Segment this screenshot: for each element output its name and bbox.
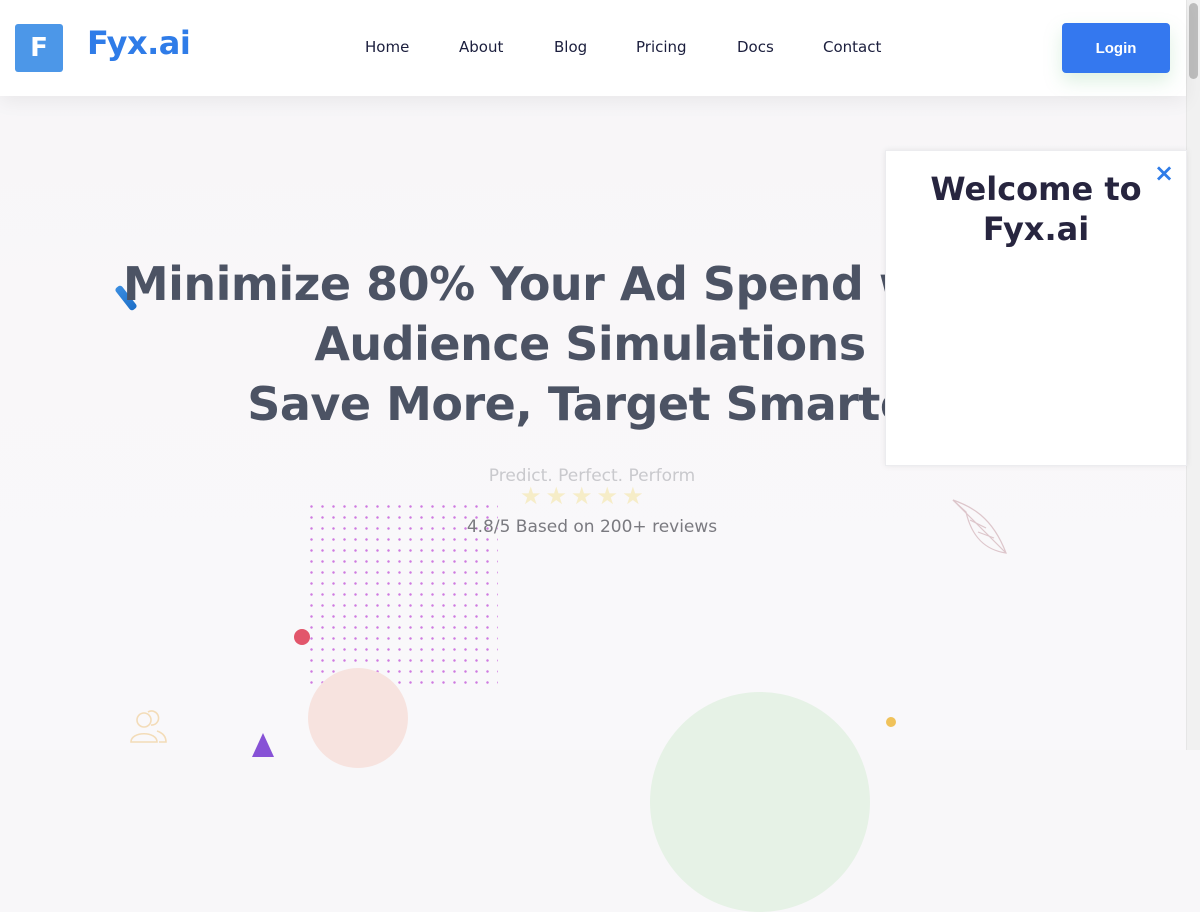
site-header: F Fyx.ai Home About Blog Pricing Docs Co… — [0, 0, 1186, 96]
triangle-shape — [252, 733, 274, 757]
brand-name[interactable]: Fyx.ai — [87, 24, 191, 62]
logo-icon[interactable]: F — [15, 24, 63, 72]
nav-docs[interactable]: Docs — [737, 38, 774, 56]
nav-contact[interactable]: Contact — [823, 38, 881, 56]
close-icon[interactable]: × — [1154, 161, 1174, 185]
nav-home[interactable]: Home — [365, 38, 409, 56]
red-dot-decoration — [294, 629, 310, 645]
modal-title: Welcome to Fyx.ai — [930, 170, 1142, 248]
yellow-dot-decoration — [886, 717, 896, 727]
rating-stars-icon: ★★★★★ — [520, 482, 648, 510]
leaf-icon — [952, 499, 1007, 554]
welcome-modal: Welcome to Fyx.ai × — [885, 150, 1187, 466]
nav-pricing[interactable]: Pricing — [636, 38, 687, 56]
login-button[interactable]: Login — [1062, 23, 1170, 73]
users-icon — [130, 710, 167, 743]
nav-about[interactable]: About — [459, 38, 503, 56]
rating-text: 4.8/5 Based on 200+ reviews — [466, 517, 718, 537]
page-scrollbar[interactable] — [1186, 0, 1200, 750]
scrollbar-thumb[interactable] — [1189, 3, 1198, 79]
green-circle-decoration — [650, 692, 870, 912]
nav-blog[interactable]: Blog — [554, 38, 587, 56]
peach-circle-decoration — [308, 668, 408, 768]
